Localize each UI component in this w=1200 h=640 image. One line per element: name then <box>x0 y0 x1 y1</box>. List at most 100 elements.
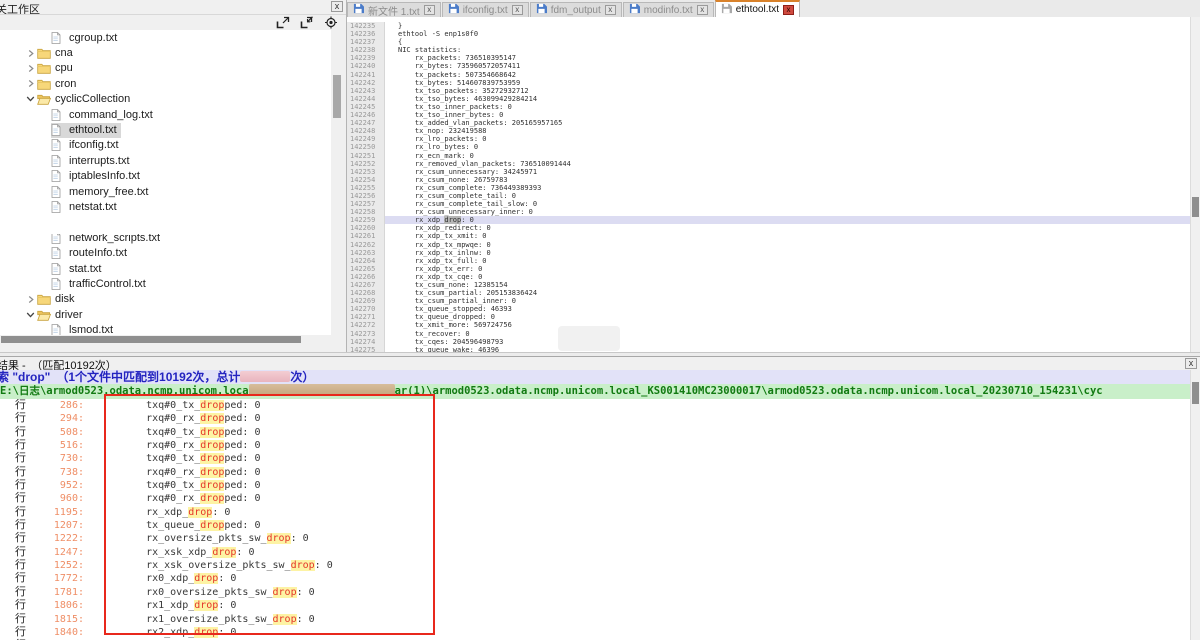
code-line[interactable]: 142271 tx_queue_dropped: 0 <box>347 313 1191 321</box>
tree-item-cpu[interactable]: cpu <box>0 61 331 76</box>
code-line[interactable]: 142255 rx_csum_complete: 736449389393 <box>347 184 1191 192</box>
code-line[interactable]: 142253 rx_csum_unnecessary: 34245971 <box>347 168 1191 176</box>
code-line[interactable]: 142239 rx_packets: 736510395147 <box>347 54 1191 62</box>
chevron-right-icon[interactable] <box>24 64 37 73</box>
tab-ethtool-txt[interactable]: ethtool.txtx <box>715 0 800 17</box>
code-line[interactable]: 142265 rx_xdp_tx_err: 0 <box>347 265 1191 273</box>
workspace-close-icon[interactable]: x <box>331 1 343 12</box>
results-vscroll-thumb[interactable] <box>1192 382 1199 404</box>
tree-vertical-scrollbar[interactable] <box>332 30 342 335</box>
tree-item-cna[interactable]: cna <box>0 45 331 60</box>
result-row[interactable]: 行730: txq#0_tx_dropped: 0 <box>0 452 1191 465</box>
tree-item-stat-txt[interactable]: stat.txt <box>0 261 331 276</box>
tree-item-cyclicCollection[interactable]: cyclicCollection <box>0 92 331 107</box>
results-summary-row[interactable]: 索 "drop" （1个文件中匹配到10192次，总计次） <box>0 370 1200 384</box>
result-row[interactable]: 行1195: rx_xdp_drop: 0 <box>0 506 1191 519</box>
result-row[interactable]: 行952: txq#0_tx_dropped: 0 <box>0 479 1191 492</box>
result-row[interactable]: 行1252: rx_xsk_oversize_pkts_sw_drop: 0 <box>0 559 1191 572</box>
code-line[interactable]: 142270 tx_queue_stopped: 46393 <box>347 305 1191 313</box>
tree-item-ethtool-txt[interactable]: ethtool.txt <box>0 122 331 137</box>
tab-close-icon[interactable]: x <box>605 5 616 15</box>
editor-vertical-scrollbar[interactable] <box>1190 17 1200 352</box>
code-line[interactable]: 142235} <box>347 22 1191 30</box>
result-row[interactable]: 行516: rxq#0_rx_dropped: 0 <box>0 439 1191 452</box>
code-line[interactable]: 142257 rx_csum_complete_tail_slow: 0 <box>347 200 1191 208</box>
code-line[interactable]: 142236ethtool -S enp1s0f0 <box>347 30 1191 38</box>
tree-item-cron[interactable]: cron <box>0 76 331 91</box>
result-row[interactable]: 行1247: rx_xsk_xdp_drop: 0 <box>0 546 1191 559</box>
code-line[interactable]: 142248 tx_nop: 232419588 <box>347 127 1191 135</box>
tree-item-routeInfo-txt[interactable]: routeInfo.txt <box>0 245 331 260</box>
result-row[interactable]: 行1781: rx0_oversize_pkts_sw_drop: 0 <box>0 586 1191 599</box>
tab-新文件-1-txt[interactable]: 新文件 1.txtx <box>347 2 441 17</box>
tree-horizontal-scrollbar[interactable] <box>0 335 331 344</box>
code-line[interactable]: 142247 tx_added_vlan_packets: 2051659571… <box>347 119 1191 127</box>
expand-all-icon[interactable] <box>276 16 290 29</box>
tree-item-cgroup-txt[interactable]: cgroup.txt <box>0 30 331 45</box>
code-line[interactable]: 142243 tx_tso_packets: 35272932712 <box>347 87 1191 95</box>
result-row[interactable]: 行738: rxq#0_rx_dropped: 0 <box>0 466 1191 479</box>
result-row[interactable]: 行294: rxq#0_rx_dropped: 0 <box>0 412 1191 425</box>
code-line[interactable]: 142260 rx_xdp_redirect: 0 <box>347 224 1191 232</box>
result-row[interactable]: 行1207: tx_queue_dropped: 0 <box>0 519 1191 532</box>
code-line[interactable]: 142245 tx_tso_inner_packets: 0 <box>347 103 1191 111</box>
code-line[interactable]: 142244 tx_tso_bytes: 463099429284214 <box>347 95 1191 103</box>
code-line[interactable]: 142240 rx_bytes: 735960572057411 <box>347 62 1191 70</box>
tree-item-disk[interactable]: disk <box>0 292 331 307</box>
code-line[interactable]: 142246 tx_tso_inner_bytes: 0 <box>347 111 1191 119</box>
code-line[interactable]: 142274 tx_cqes: 204596498793 <box>347 338 1191 346</box>
tree-item-netstat-txt[interactable]: netstat.txt <box>0 199 331 214</box>
result-row[interactable]: 行286: txq#0_tx_dropped: 0 <box>0 399 1191 412</box>
code-line[interactable]: 142256 rx_csum_complete_tail: 0 <box>347 192 1191 200</box>
result-row[interactable]: 行1222: rx_oversize_pkts_sw_drop: 0 <box>0 532 1191 545</box>
chevron-down-icon[interactable] <box>24 95 37 103</box>
tree-item-ifconfig-txt[interactable]: ifconfig.txt <box>0 138 331 153</box>
result-row[interactable]: 行1772: rx0_xdp_drop: 0 <box>0 572 1191 585</box>
code-line[interactable]: 142258 rx_csum_unnecessary_inner: 0 <box>347 208 1191 216</box>
code-line[interactable]: 142262 rx_xdp_tx_mpwqe: 0 <box>347 241 1191 249</box>
result-row[interactable]: 行960: rxq#0_rx_dropped: 0 <box>0 492 1191 505</box>
tab-close-icon[interactable]: x <box>697 5 708 15</box>
chevron-right-icon[interactable] <box>24 295 37 304</box>
code-line[interactable]: 142261 rx_xdp_tx_xmit: 0 <box>347 232 1191 240</box>
code-line[interactable]: 142250 rx_lro_bytes: 0 <box>347 143 1191 151</box>
tab-close-icon[interactable]: x <box>783 5 794 15</box>
tree-vscroll-thumb[interactable] <box>333 75 341 118</box>
code-line[interactable]: 142242 tx_bytes: 514607839753959 <box>347 79 1191 87</box>
results-close-icon[interactable]: x <box>1185 358 1197 369</box>
tree-hscroll-thumb[interactable] <box>1 336 301 343</box>
code-line[interactable]: 142269 tx_csum_partial_inner: 0 <box>347 297 1191 305</box>
code-line[interactable]: 142272 tx_xmit_more: 569724756 <box>347 321 1191 329</box>
locate-file-icon[interactable] <box>324 16 338 29</box>
code-line[interactable]: 142268 tx_csum_partial: 205153836424 <box>347 289 1191 297</box>
chevron-right-icon[interactable] <box>24 49 37 58</box>
code-line[interactable]: 142264 rx_xdp_tx_full: 0 <box>347 257 1191 265</box>
result-row[interactable]: 行1840: rx2_xdp_drop: 0 <box>0 626 1191 639</box>
code-line[interactable]: 142259 rx_xdp_drop: 0 <box>347 216 1191 224</box>
tree-item-command_log-txt[interactable]: command_log.txt <box>0 107 331 122</box>
tab-close-icon[interactable]: x <box>424 5 435 15</box>
code-line[interactable]: 142251 rx_ecn_mark: 0 <box>347 152 1191 160</box>
tab-modinfo-txt[interactable]: modinfo.txtx <box>623 2 714 17</box>
code-line[interactable]: 142238NIC statistics: <box>347 46 1191 54</box>
tab-fdm_output[interactable]: fdm_outputx <box>530 2 622 17</box>
result-row[interactable]: 行1806: rx1_xdp_drop: 0 <box>0 599 1191 612</box>
editor-vscroll-thumb[interactable] <box>1192 197 1199 217</box>
result-row[interactable]: 行1815: rx1_oversize_pkts_sw_drop: 0 <box>0 613 1191 626</box>
code-line[interactable]: 142267 tx_csum_none: 12385154 <box>347 281 1191 289</box>
tree-item-lsmod-txt[interactable]: lsmod.txt <box>0 322 331 335</box>
code-line[interactable]: 142266 rx_xdp_tx_cqe: 0 <box>347 273 1191 281</box>
tab-ifconfig-txt[interactable]: ifconfig.txtx <box>442 2 529 17</box>
tree-item-iptablesInfo-txt[interactable]: iptablesInfo.txt <box>0 169 331 184</box>
tab-close-icon[interactable]: x <box>512 5 523 15</box>
code-line[interactable]: 142237{ <box>347 38 1191 46</box>
chevron-right-icon[interactable] <box>24 79 37 88</box>
code-line[interactable]: 142249 rx_lro_packets: 0 <box>347 135 1191 143</box>
code-line[interactable]: 142241 tx_packets: 507354668642 <box>347 71 1191 79</box>
tree-item-driver[interactable]: driver <box>0 307 331 322</box>
chevron-down-icon[interactable] <box>24 311 37 319</box>
results-vertical-scrollbar[interactable] <box>1190 370 1200 640</box>
code-line[interactable]: 142254 rx_csum_none: 26759783 <box>347 176 1191 184</box>
results-file-path-row[interactable]: E:\日志\armod0523.odata.ncmp.unicom.locaar… <box>0 384 1191 399</box>
code-line[interactable]: 142273 tx_recover: 0 <box>347 330 1191 338</box>
